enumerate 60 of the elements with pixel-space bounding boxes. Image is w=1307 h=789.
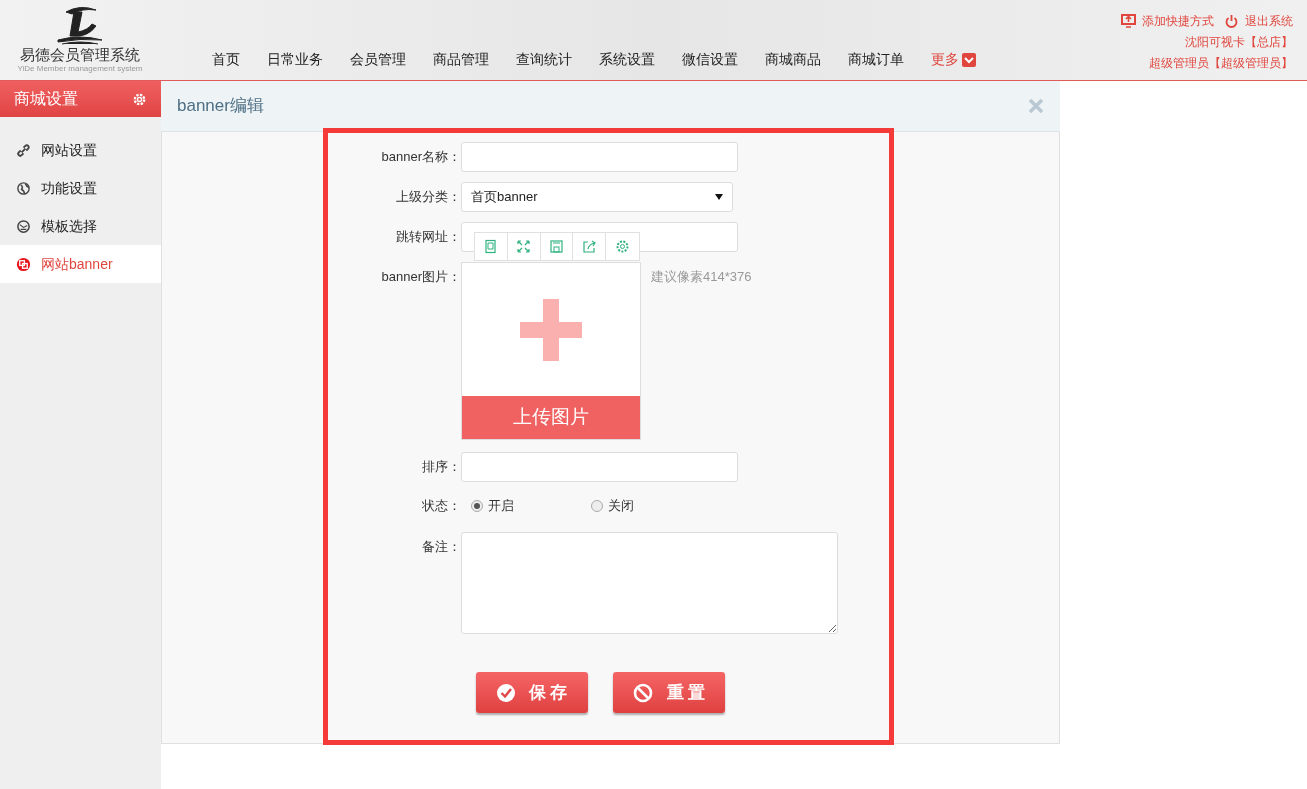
chevron-down-icon — [962, 52, 976, 67]
gear-icon[interactable] — [615, 239, 631, 254]
field-label: banner图片： — [380, 268, 461, 286]
sidebar-item[interactable]: 网站banner — [0, 245, 161, 283]
nav-link[interactable]: 首页 — [212, 49, 240, 70]
field-label: 排序： — [421, 458, 461, 476]
sidebar-title: 商城设置 — [14, 89, 78, 109]
radio-option[interactable]: 开启 — [471, 496, 591, 516]
field-label: banner名称： — [380, 148, 461, 166]
nav-label: 更多 — [931, 50, 959, 69]
nav-link[interactable]: 系统设置 — [599, 49, 655, 70]
link-icon — [16, 142, 31, 158]
image-size-hint: 建议像素414*376 — [651, 268, 752, 286]
gear-icon — [132, 91, 147, 107]
logo-title: 易德会员管理系统 — [20, 46, 140, 64]
overlapping-squares-icon — [16, 256, 31, 272]
nav-link[interactable]: 商城商品 — [765, 49, 821, 70]
dial-icon — [16, 218, 31, 234]
nav-link[interactable]: 商城订单 — [848, 49, 904, 70]
sidebar-item[interactable]: 功能设置 — [0, 169, 161, 207]
nav-link[interactable]: 微信设置 — [682, 49, 738, 70]
expand-icon[interactable] — [516, 239, 532, 254]
field-label: 上级分类： — [395, 188, 461, 206]
tablet-icon[interactable] — [483, 239, 499, 254]
plus-icon — [520, 298, 582, 361]
field-label: 跳转网址： — [395, 228, 461, 246]
dropdown-arrow-icon — [715, 194, 723, 200]
field-label: 备注： — [421, 538, 461, 556]
header-link[interactable]: 添加快捷方式 — [1142, 12, 1214, 30]
save-button[interactable]: 保 存 — [476, 672, 588, 713]
nav-link[interactable]: 会员管理 — [350, 49, 406, 70]
select-value: 首页banner — [471, 188, 538, 207]
radio-label: 开启 — [488, 497, 514, 515]
logo-subtitle: YiDe Member management system — [17, 64, 143, 74]
share-icon[interactable] — [581, 239, 597, 254]
close-icon[interactable] — [1028, 98, 1044, 114]
user-role: 超级管理员【超级管理员】 — [1149, 55, 1293, 72]
check-circle-icon — [496, 683, 515, 702]
input-field[interactable] — [461, 452, 738, 482]
nav-link[interactable]: 更多 — [931, 49, 976, 70]
globe-icon — [16, 180, 31, 196]
sidebar-item[interactable]: 网站设置 — [0, 131, 161, 169]
panel-title: banner编辑 — [177, 95, 264, 118]
monitor-icon[interactable] — [1121, 14, 1136, 28]
radio-label: 关闭 — [608, 497, 634, 515]
reset-button[interactable]: 重 置 — [613, 672, 725, 713]
sidebar-item[interactable]: 模板选择 — [0, 207, 161, 245]
upload-label: 上传图片 — [462, 396, 640, 439]
input-field[interactable] — [461, 142, 738, 172]
store-name: 沈阳可视卡【总店】 — [1185, 34, 1293, 51]
header-link[interactable]: 退出系统 — [1245, 12, 1293, 30]
nav-link[interactable]: 商品管理 — [433, 49, 489, 70]
prohibited-icon — [632, 682, 653, 703]
radio-option[interactable]: 关闭 — [591, 496, 634, 516]
select-field[interactable]: 首页banner — [461, 182, 733, 212]
nav-link[interactable]: 日常业务 — [267, 49, 323, 70]
field-label: 状态： — [421, 497, 461, 515]
nav-link[interactable]: 查询统计 — [516, 49, 572, 70]
remarks-field[interactable] — [461, 532, 838, 634]
power-icon[interactable] — [1224, 14, 1239, 28]
